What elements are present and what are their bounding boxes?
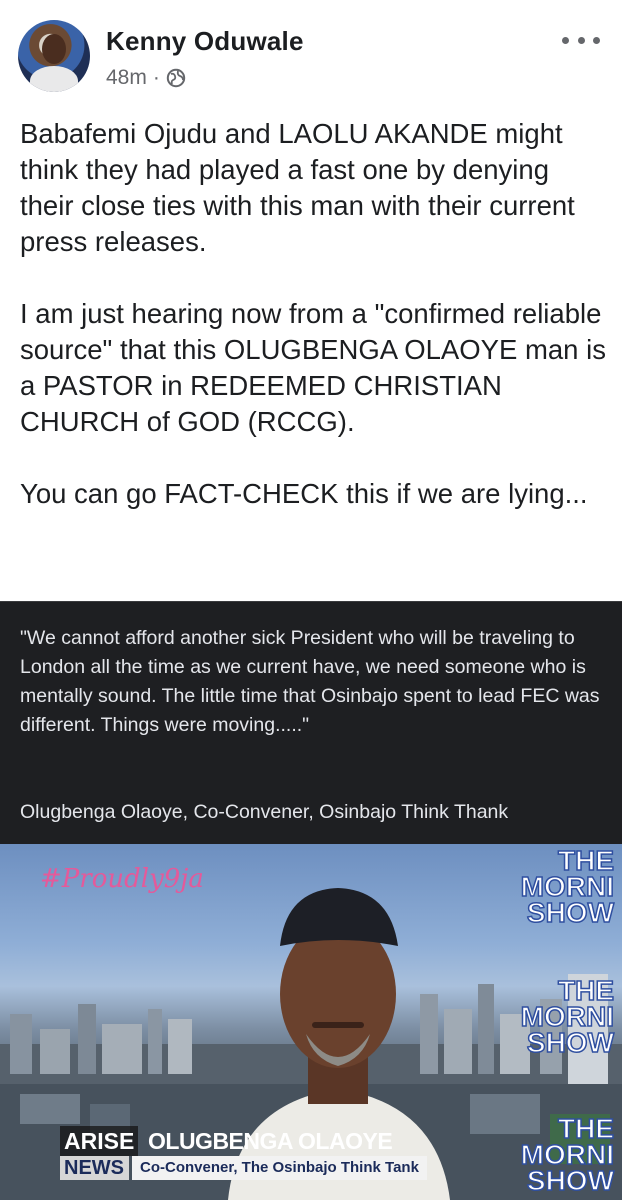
- post-time[interactable]: 48m: [106, 66, 147, 90]
- author-name[interactable]: Kenny Oduwale: [106, 26, 304, 57]
- tv-screenshot-image[interactable]: #Proudly9ja THE MORNI SHOW THE MORNI SHO…: [0, 844, 622, 1200]
- network-arise-label: ARISE: [60, 1126, 139, 1156]
- show-logo: THE MORNI SHOW: [494, 1114, 615, 1196]
- post-paragraph: You can go FACT-CHECK this if we are lyi…: [20, 478, 588, 509]
- show-logo: THE MORNI SHOW: [494, 976, 615, 1058]
- more-options-icon[interactable]: [562, 30, 600, 50]
- show-logo-line: SHOW: [526, 897, 615, 928]
- post-paragraph: I am just hearing now from a "confirmed …: [20, 298, 606, 437]
- quote-image[interactable]: "We cannot afford another sick President…: [0, 601, 622, 844]
- quote-attribution: Olugbenga Olaoye, Co-Convener, Osinbajo …: [20, 801, 509, 823]
- more-dot: [593, 36, 600, 44]
- quote-text: "We cannot afford another sick President…: [20, 627, 600, 736]
- more-dot: [577, 36, 585, 44]
- post-header: Kenny Oduwale 48m ·: [0, 0, 622, 108]
- post-body: Babafemi Ojudu and LAOLU AKANDE might th…: [20, 116, 610, 512]
- network-news-label: NEWS: [60, 1156, 129, 1180]
- speaker-name: OLUGBENGA OLAOYE: [148, 1128, 393, 1154]
- avatar-shirt-shape: [30, 66, 78, 92]
- globe-icon[interactable]: [166, 68, 186, 88]
- show-logo: THE MORNI SHOW: [494, 846, 615, 928]
- show-logo-line: SHOW: [526, 1165, 615, 1196]
- show-logo-line: SHOW: [526, 1027, 615, 1058]
- post-paragraph: Babafemi Ojudu and LAOLU AKANDE might th…: [20, 118, 575, 257]
- speaker-title: Co-Convener, The Osinbajo Think Tank: [132, 1156, 427, 1180]
- meta-separator: ·: [152, 66, 160, 89]
- avatar-head-shape: [42, 34, 66, 64]
- hashtag-label: #Proudly9ja: [40, 864, 204, 894]
- post-meta: 48m ·: [106, 66, 186, 90]
- avatar[interactable]: [18, 20, 90, 92]
- more-dot: [562, 36, 569, 44]
